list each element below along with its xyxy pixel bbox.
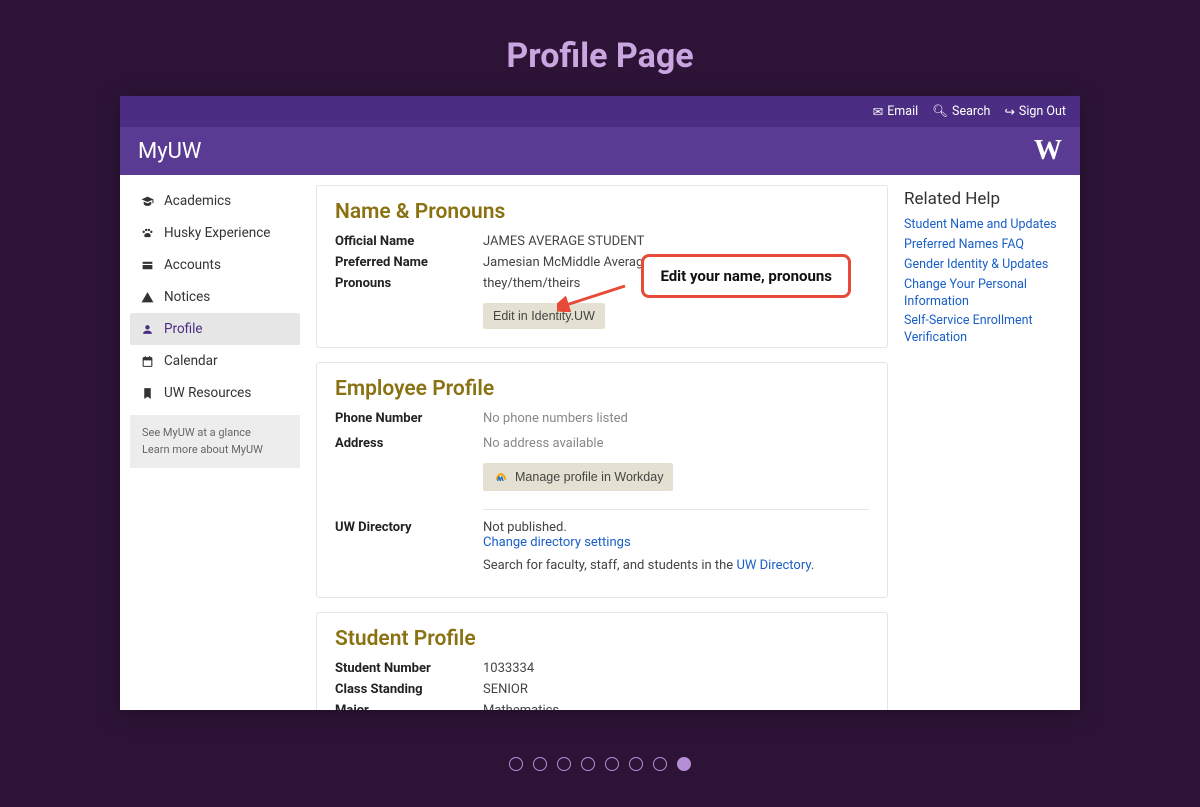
sidebar-note: See MyUW at a glance Learn more about My… xyxy=(130,415,300,468)
workday-button[interactable]: Manage profile in Workday xyxy=(483,463,673,491)
phone-label: Phone Number xyxy=(335,411,483,426)
dot[interactable] xyxy=(557,757,571,771)
dot[interactable] xyxy=(653,757,667,771)
sidebar-item-label: Calendar xyxy=(164,353,218,369)
signout-icon: ↪ xyxy=(1004,104,1014,120)
related-link[interactable]: Self-Service Enrollment Verification xyxy=(904,313,1064,347)
envelope-icon: ✉ xyxy=(873,104,883,120)
sidebar-item-label: Profile xyxy=(164,321,203,337)
directory-settings-link[interactable]: Change directory settings xyxy=(483,535,631,550)
card-title: Employee Profile xyxy=(335,377,869,401)
sidebar-item-profile[interactable]: Profile xyxy=(130,313,300,345)
related-link[interactable]: Student Name and Updates xyxy=(904,217,1064,234)
dot[interactable] xyxy=(629,757,643,771)
topbar-email-link[interactable]: ✉ Email xyxy=(873,104,918,120)
divider xyxy=(483,509,869,510)
related-link[interactable]: Gender Identity & Updates xyxy=(904,257,1064,274)
sidebar-item-label: Accounts xyxy=(164,257,221,273)
sidebar-item-label: Notices xyxy=(164,289,210,305)
sidebar-note-line[interactable]: Learn more about MyUW xyxy=(142,442,288,459)
calendar-icon xyxy=(140,354,154,369)
person-icon xyxy=(140,322,154,337)
content: Academics Husky Experience Accounts Noti… xyxy=(120,175,1080,710)
sidebar-note-line[interactable]: See MyUW at a glance xyxy=(142,425,288,442)
edit-identity-button[interactable]: Edit in Identity.UW xyxy=(483,303,605,329)
main: Name & Pronouns Official Name JAMES AVER… xyxy=(310,175,900,710)
directory-label: UW Directory xyxy=(335,520,483,573)
dot-active[interactable] xyxy=(677,757,691,771)
sidebar-item-accounts[interactable]: Accounts xyxy=(130,249,300,281)
brand[interactable]: MyUW xyxy=(138,139,201,164)
related-help-title: Related Help xyxy=(904,189,1064,209)
name-pronouns-card: Name & Pronouns Official Name JAMES AVER… xyxy=(316,185,888,348)
sidebar-item-label: Academics xyxy=(164,193,231,209)
bookmark-icon xyxy=(140,386,154,401)
paw-icon xyxy=(140,226,154,241)
preferred-name-label: Preferred Name xyxy=(335,255,483,270)
warning-icon xyxy=(140,290,154,305)
related-link[interactable]: Change Your Personal Information xyxy=(904,277,1064,311)
directory-search-suffix: . xyxy=(811,558,814,573)
phone-value: No phone numbers listed xyxy=(483,411,869,426)
dot[interactable] xyxy=(509,757,523,771)
sidebar-item-notices[interactable]: Notices xyxy=(130,281,300,313)
address-label: Address xyxy=(335,436,483,451)
search-icon: 🔍︎ xyxy=(932,104,948,119)
workday-icon xyxy=(493,469,509,485)
official-name-label: Official Name xyxy=(335,234,483,249)
callout-annotation: Edit your name, pronouns xyxy=(641,254,851,298)
major-label: Major xyxy=(335,703,483,710)
dot[interactable] xyxy=(605,757,619,771)
sidebar-item-academics[interactable]: Academics xyxy=(130,185,300,217)
sidebar-item-calendar[interactable]: Calendar xyxy=(130,345,300,377)
dot[interactable] xyxy=(581,757,595,771)
class-standing-value: SENIOR xyxy=(483,682,869,697)
sidebar: Academics Husky Experience Accounts Noti… xyxy=(120,175,310,478)
pagination-dots xyxy=(509,757,691,771)
student-number-label: Student Number xyxy=(335,661,483,676)
header: MyUW W xyxy=(120,127,1080,175)
official-name-value: JAMES AVERAGE STUDENT xyxy=(483,234,869,249)
uw-directory-link[interactable]: UW Directory xyxy=(736,558,810,573)
workday-button-label: Manage profile in Workday xyxy=(515,470,663,484)
topbar-signout-link[interactable]: ↪ Sign Out xyxy=(1004,104,1066,120)
related-link[interactable]: Preferred Names FAQ xyxy=(904,237,1064,254)
student-number-value: 1033334 xyxy=(483,661,869,676)
directory-search-text: Search for faculty, staff, and students … xyxy=(483,558,869,573)
address-value: No address available xyxy=(483,436,869,451)
slide-title: Profile Page xyxy=(0,0,1200,96)
card-title: Name & Pronouns xyxy=(335,200,869,224)
student-profile-card: Student Profile Student Number 1033334 C… xyxy=(316,612,888,710)
card-icon xyxy=(140,258,154,273)
directory-status: Not published. xyxy=(483,520,869,535)
dot[interactable] xyxy=(533,757,547,771)
uw-logo: W xyxy=(1034,135,1062,167)
topbar: ✉ Email 🔍︎ Search ↪ Sign Out xyxy=(120,96,1080,127)
card-title: Student Profile xyxy=(335,627,869,651)
sidebar-item-label: Husky Experience xyxy=(164,225,270,241)
sidebar-item-label: UW Resources xyxy=(164,385,251,401)
directory-search-prefix: Search for faculty, staff, and students … xyxy=(483,558,736,573)
related-help: Related Help Student Name and Updates Pr… xyxy=(900,175,1080,360)
topbar-search-link[interactable]: 🔍︎ Search xyxy=(932,104,990,119)
sidebar-item-uw-resources[interactable]: UW Resources xyxy=(130,377,300,409)
pronouns-label: Pronouns xyxy=(335,276,483,291)
employee-profile-card: Employee Profile Phone Number No phone n… xyxy=(316,362,888,598)
topbar-search-label: Search xyxy=(952,104,990,119)
topbar-signout-label: Sign Out xyxy=(1019,104,1066,119)
class-standing-label: Class Standing xyxy=(335,682,483,697)
topbar-email-label: Email xyxy=(887,104,918,119)
sidebar-item-husky-experience[interactable]: Husky Experience xyxy=(130,217,300,249)
major-value: Mathematics xyxy=(483,703,869,710)
graduation-cap-icon xyxy=(140,194,154,209)
app-frame: ✉ Email 🔍︎ Search ↪ Sign Out MyUW W Acad… xyxy=(120,96,1080,710)
